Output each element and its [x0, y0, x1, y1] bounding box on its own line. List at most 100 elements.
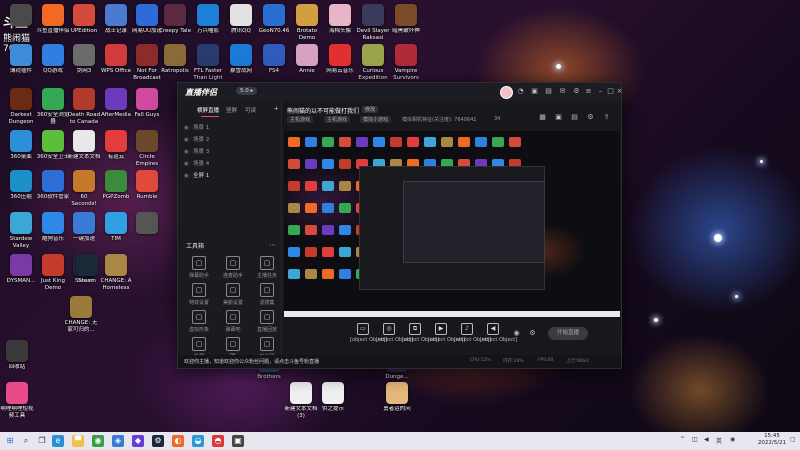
desktop-shortcut[interactable]: Death Road to Canada [67, 88, 101, 125]
eye-icon[interactable]: ◉ [184, 125, 193, 131]
edit-title-button[interactable]: 修改 [362, 106, 379, 113]
windows-start-icon[interactable]: ⊞ [4, 435, 16, 447]
desktop-shortcut[interactable]: PGPZomb [99, 170, 133, 201]
toolbox-item[interactable]: ▢ 滤镜集 [252, 283, 282, 306]
desktop-shortcut[interactable]: 360安全卫士 [36, 130, 70, 161]
maximize-icon[interactable]: □ [606, 87, 615, 96]
desktop-shortcut[interactable]: 供之提示 [316, 382, 350, 413]
bell-icon[interactable]: ◔ [516, 87, 525, 96]
toolbox-item[interactable]: ▢ 特效设置 [184, 283, 214, 306]
clock[interactable]: 15:45 2022/5/21 [752, 433, 792, 447]
multi-screen-button[interactable]: ⧉ [object Object] [402, 323, 439, 343]
category-chip[interactable]: 主机游戏 [287, 116, 314, 123]
speaker-button[interactable]: ◀ [object Object] [480, 323, 517, 343]
toolbox-item[interactable]: ▢ 美颜设置 [218, 283, 248, 306]
desktop-shortcut[interactable]: Darkest Dungeon [4, 88, 38, 125]
search-icon[interactable]: ⌕ [20, 435, 32, 447]
version-badge[interactable]: 5.0 ▸ [236, 87, 258, 95]
desktop-shortcut[interactable]: 腾讯QQ [224, 4, 258, 35]
desktop-shortcut[interactable]: 有道云 [99, 130, 133, 161]
app-icon[interactable]: ◈ [112, 435, 124, 447]
category-chip[interactable]: 主机游戏 [324, 116, 351, 123]
steam-icon[interactable]: ⚙ [152, 435, 164, 447]
tab-readable[interactable]: 可读 [245, 106, 256, 114]
toolbox-item[interactable]: ▢ 主播任务 [252, 256, 282, 279]
app-icon[interactable]: ◆ [132, 435, 144, 447]
desktop-shortcut[interactable]: Ratropolis [158, 44, 192, 75]
network-icon[interactable]: ◫ [692, 436, 698, 443]
desktop-shortcut[interactable]: 啊哩啊哩短视频工具 [0, 382, 34, 419]
app-tray-icon[interactable]: ◉ [730, 436, 735, 443]
app-icon[interactable]: ▣ [232, 435, 244, 447]
minimize-icon[interactable]: – [596, 87, 605, 96]
notification-icon[interactable]: ▢ [790, 436, 796, 443]
toolbox-item[interactable]: ▢ 连麦助手 [218, 256, 248, 279]
gift-icon[interactable]: ▤ [544, 87, 553, 96]
desktop-shortcut[interactable]: GeoN70.46 [257, 4, 291, 35]
eye-icon[interactable]: ◉ [184, 149, 193, 155]
desktop-shortcut[interactable]: 暗黑破坏神 [389, 4, 423, 35]
desktop-shortcut[interactable] [130, 212, 164, 236]
desktop-shortcut[interactable]: Rumble [130, 170, 164, 201]
toolbox-item[interactable]: ▢ 弹幕吧 [218, 310, 248, 333]
menu-icon[interactable]: ≡ [584, 87, 593, 96]
desktop-shortcut[interactable]: AfterMedia [99, 88, 133, 119]
desktop-shortcut[interactable]: Annie [290, 44, 324, 75]
desktop-shortcut[interactable]: WPS Office [99, 44, 133, 75]
desktop-shortcut[interactable]: 勇者运的问 [380, 382, 414, 413]
screen-capture-button[interactable]: ▭ [object Object] [350, 323, 387, 343]
desktop-shortcut[interactable]: TIM [99, 212, 133, 243]
avatar[interactable] [500, 86, 513, 99]
eye-icon[interactable]: ◉ [184, 161, 193, 167]
desktop-shortcut[interactable]: Vampire Survivors [389, 44, 423, 81]
desktop-shortcut[interactable]: 新建文本文档(3) [284, 382, 318, 419]
toolbox-item[interactable]: ▢ 虚拟形象 [184, 310, 214, 333]
stream-preview[interactable] [284, 131, 620, 317]
camera-button[interactable]: ◎ [object Object] [376, 323, 413, 343]
app-icon[interactable]: ◐ [172, 435, 184, 447]
desktop-shortcut[interactable]: QQ游戏 [36, 44, 70, 75]
desktop-shortcut[interactable]: DYSMAN... [4, 254, 38, 285]
desktop-shortcut[interactable]: CHANGE: A Homeless [99, 254, 133, 291]
chrome-icon[interactable]: ◉ [92, 435, 104, 447]
desktop-shortcut[interactable]: 360压缩 [4, 170, 38, 201]
desktop-shortcut[interactable]: 360桌面 [4, 130, 38, 161]
desktop-shortcut[interactable]: 360安全浏览器 [36, 88, 70, 125]
task-view-icon[interactable]: ❐ [36, 435, 48, 447]
lock-icon[interactable]: ▤ [570, 113, 579, 122]
desktop-shortcut[interactable]: 剑网3 [67, 44, 101, 75]
eye-icon[interactable]: ◉ [184, 137, 193, 143]
record-icon[interactable]: ◉ [512, 329, 521, 338]
desktop-shortcut[interactable]: 回收站 [0, 340, 34, 371]
desktop-shortcut[interactable] [4, 4, 38, 28]
share-icon[interactable]: ⇪ [602, 113, 611, 122]
image-icon[interactable]: ▣ [554, 113, 563, 122]
desktop-shortcut[interactable]: 一键加速 [67, 212, 101, 243]
room-title[interactable]: 熊闹猫的以不可能做打我们 [287, 106, 359, 115]
shirt-icon[interactable]: ▣ [530, 87, 539, 96]
message-icon[interactable]: ✉ [558, 87, 567, 96]
app-icon[interactable]: ◓ [212, 435, 224, 447]
desktop-shortcut[interactable]: Stardew Valley [4, 212, 38, 249]
settings-icon[interactable]: ⚙ [528, 329, 537, 338]
desktop-shortcut[interactable]: 战士记录 [99, 4, 133, 35]
desktop-shortcut[interactable]: Steam [70, 254, 104, 285]
desktop-shortcut[interactable]: 薄荷插件 [4, 44, 38, 75]
layout-icon[interactable]: ▦ [538, 113, 547, 122]
scene-item[interactable]: ◉ 全屏 1 [184, 171, 209, 179]
eye-icon[interactable]: ◉ [184, 173, 193, 179]
scene-item[interactable]: ◉ 场景 1 [184, 123, 209, 131]
desktop-shortcut[interactable]: Creepy Tale [158, 4, 192, 35]
desktop-shortcut[interactable]: Brotato Demo [290, 4, 324, 41]
desktop-shortcut[interactable]: 360软件管家 [36, 170, 70, 201]
desktop-shortcut[interactable]: Just King Demo [36, 254, 70, 291]
desktop-shortcut[interactable]: Curious Expedition [356, 44, 390, 81]
scene-item[interactable]: ◉ 场景 3 [184, 147, 209, 155]
tab-portrait[interactable]: 竖屏 [226, 106, 237, 114]
volume-icon[interactable]: ◀ [704, 436, 709, 443]
scene-item[interactable]: ◉ 场景 4 [184, 159, 209, 167]
scene-item[interactable]: ◉ 场景 2 [184, 135, 209, 143]
desktop-shortcut[interactable]: 万兴喵影 [191, 4, 225, 35]
desktop-shortcut[interactable]: FTL Faster Than Light [191, 44, 225, 81]
toolbox-item[interactable]: ▢ 弹幕助手 [184, 256, 214, 279]
